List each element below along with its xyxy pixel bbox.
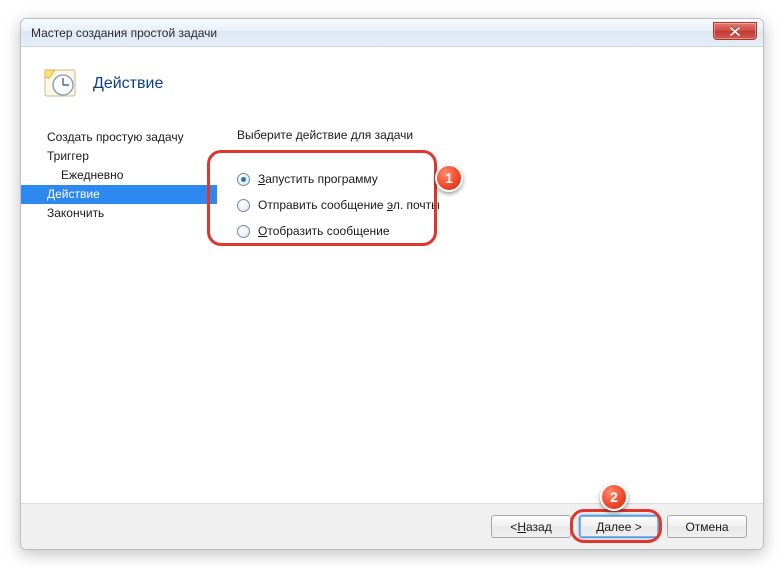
client-area: Действие Создать простую задачу Триггер … — [21, 47, 763, 549]
radio-start-program[interactable]: Запустить программу — [237, 166, 743, 192]
next-button[interactable]: Далее > — [579, 515, 659, 538]
back-button[interactable]: < Назад — [491, 515, 571, 538]
radio-label: Запустить программу — [258, 172, 378, 186]
titlebar: Мастер создания простой задачи — [21, 19, 763, 47]
page-title: Действие — [93, 75, 163, 93]
wizard-window: Мастер создания простой задачи Действие … — [20, 18, 764, 550]
wizard-sidebar: Создать простую задачу Триггер Ежедневно… — [21, 114, 217, 503]
wizard-footer: < Назад Далее > Отмена 2 — [21, 503, 763, 549]
window-title: Мастер создания простой задачи — [31, 26, 217, 40]
radio-send-email[interactable]: Отправить сообщение эл. почты — [237, 192, 743, 218]
radio-display-message[interactable]: Отобразить сообщение — [237, 218, 743, 244]
radio-icon — [237, 225, 250, 238]
main-panel: Выберите действие для задачи Запустить п… — [217, 114, 763, 503]
cancel-button[interactable]: Отмена — [667, 515, 747, 538]
sidebar-item-finish[interactable]: Закончить — [43, 204, 217, 223]
sidebar-item-action[interactable]: Действие — [21, 185, 217, 204]
sidebar-item-create-task[interactable]: Создать простую задачу — [43, 128, 217, 147]
radio-icon — [237, 173, 250, 186]
wizard-header: Действие — [21, 48, 763, 112]
radio-icon — [237, 199, 250, 212]
sidebar-item-daily[interactable]: Ежедневно — [43, 166, 217, 185]
radio-label: Отправить сообщение эл. почты — [258, 198, 440, 212]
close-icon — [730, 27, 740, 36]
sidebar-item-trigger[interactable]: Триггер — [43, 147, 217, 166]
close-button[interactable] — [713, 22, 757, 40]
body: Создать простую задачу Триггер Ежедневно… — [21, 114, 763, 503]
task-clock-icon — [43, 66, 79, 102]
instruction-text: Выберите действие для задачи — [237, 128, 743, 142]
radio-label: Отобразить сообщение — [258, 224, 390, 238]
